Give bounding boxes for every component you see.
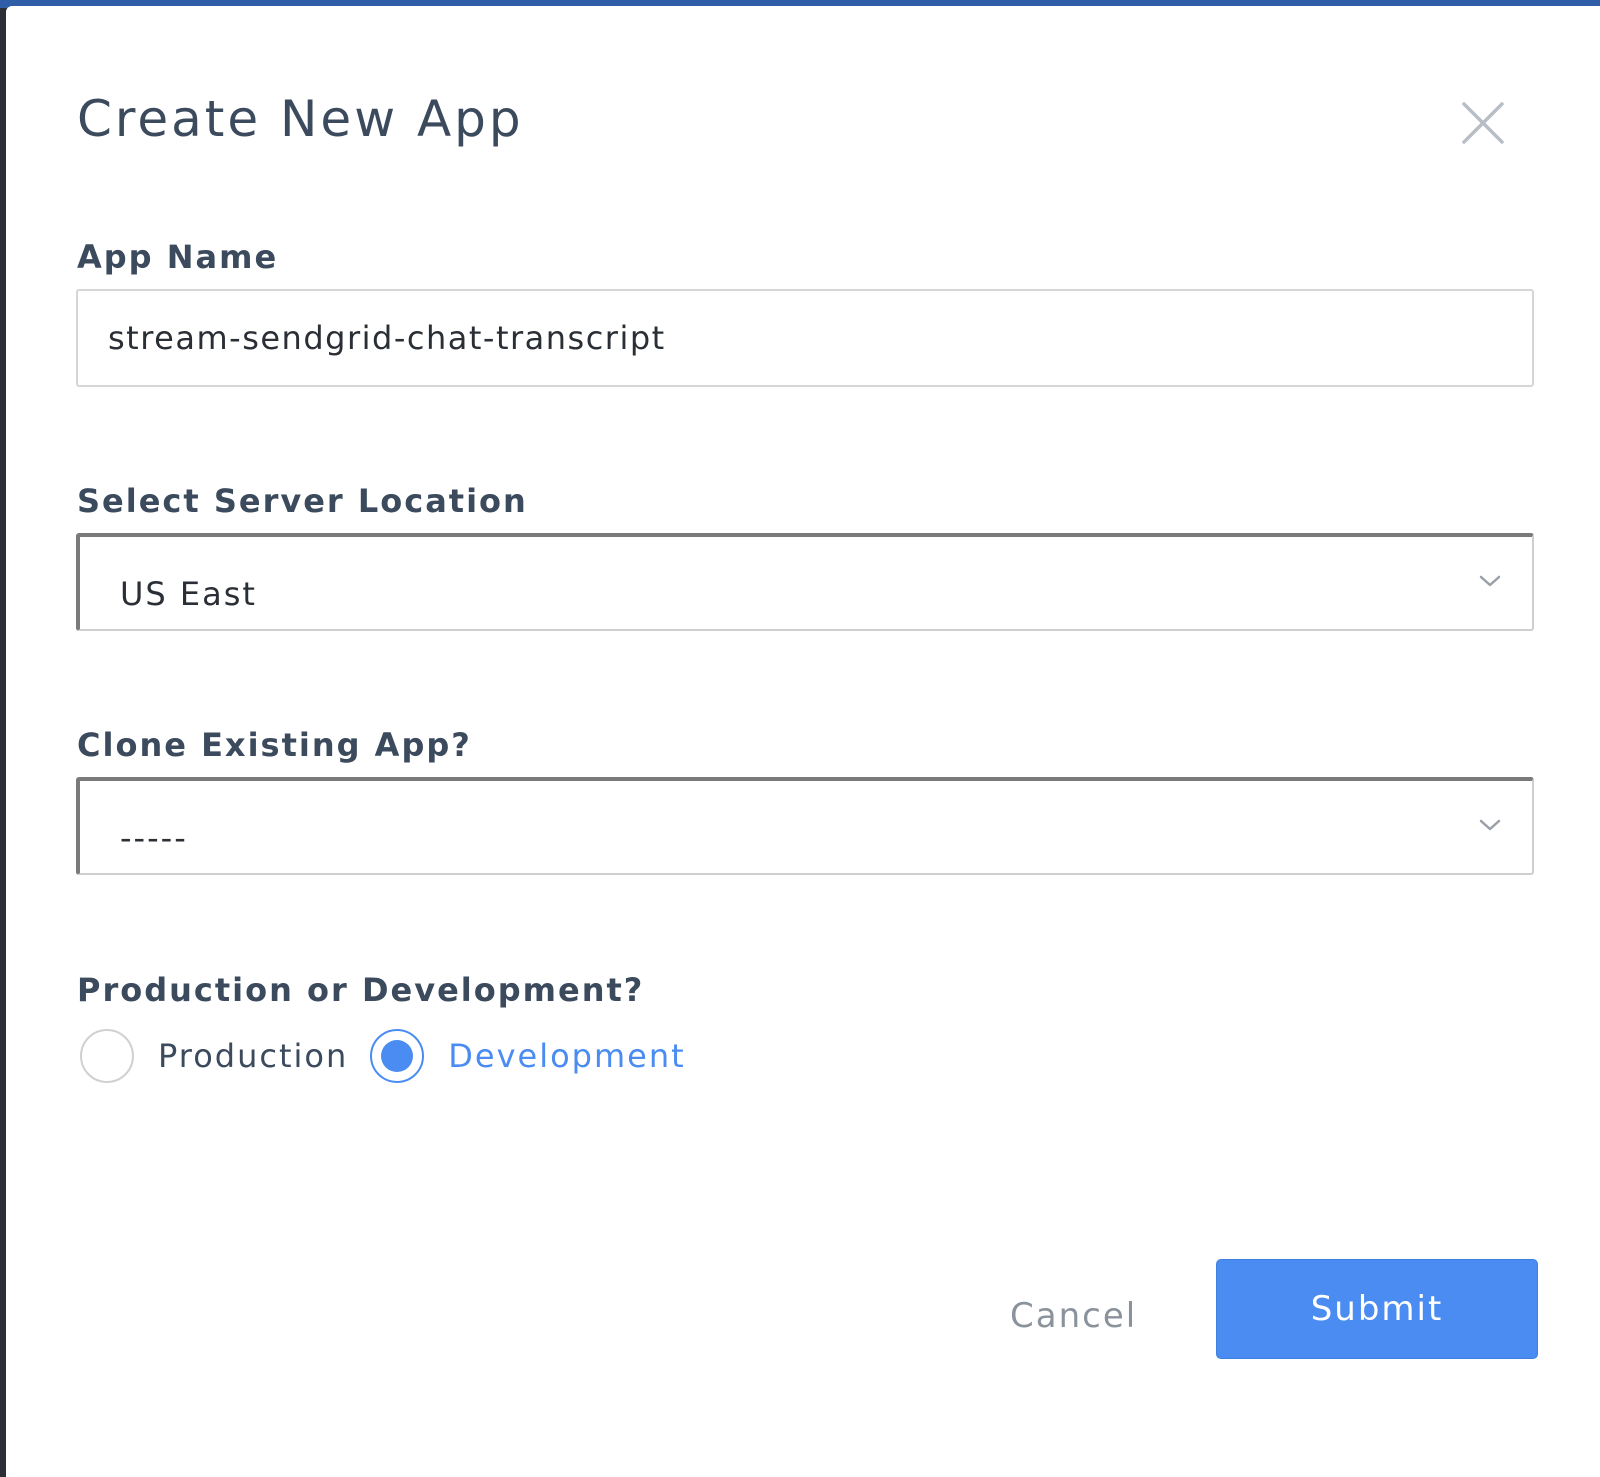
radio-development[interactable]: Development (370, 1029, 685, 1083)
app-name-input[interactable] (76, 289, 1534, 387)
modal-title: Create New App (77, 90, 524, 148)
radio-production-circle[interactable] (80, 1029, 134, 1083)
radio-production[interactable]: Production (80, 1029, 348, 1083)
clone-app-select[interactable]: ----- (76, 777, 1534, 875)
chevron-down-icon (1479, 575, 1501, 587)
submit-button[interactable]: Submit (1216, 1259, 1538, 1359)
environment-label: Production or Development? (77, 971, 645, 1009)
radio-development-circle[interactable] (370, 1029, 425, 1083)
clone-app-label: Clone Existing App? (77, 726, 472, 764)
radio-production-label: Production (158, 1037, 349, 1075)
server-location-label: Select Server Location (77, 482, 528, 520)
clone-app-value: ----- (120, 819, 188, 857)
close-icon (1462, 102, 1504, 144)
chevron-down-icon (1479, 819, 1501, 831)
radio-development-label: Development (448, 1037, 686, 1075)
server-location-select[interactable]: US East (76, 533, 1534, 631)
create-app-modal: Create New App App Name Select Server Lo… (6, 6, 1600, 1477)
close-button[interactable] (1458, 98, 1508, 148)
server-location-value: US East (120, 575, 257, 613)
cancel-button[interactable]: Cancel (1010, 1288, 1150, 1344)
environment-radio-group: Production Development (80, 1026, 708, 1086)
app-name-label: App Name (77, 238, 279, 276)
